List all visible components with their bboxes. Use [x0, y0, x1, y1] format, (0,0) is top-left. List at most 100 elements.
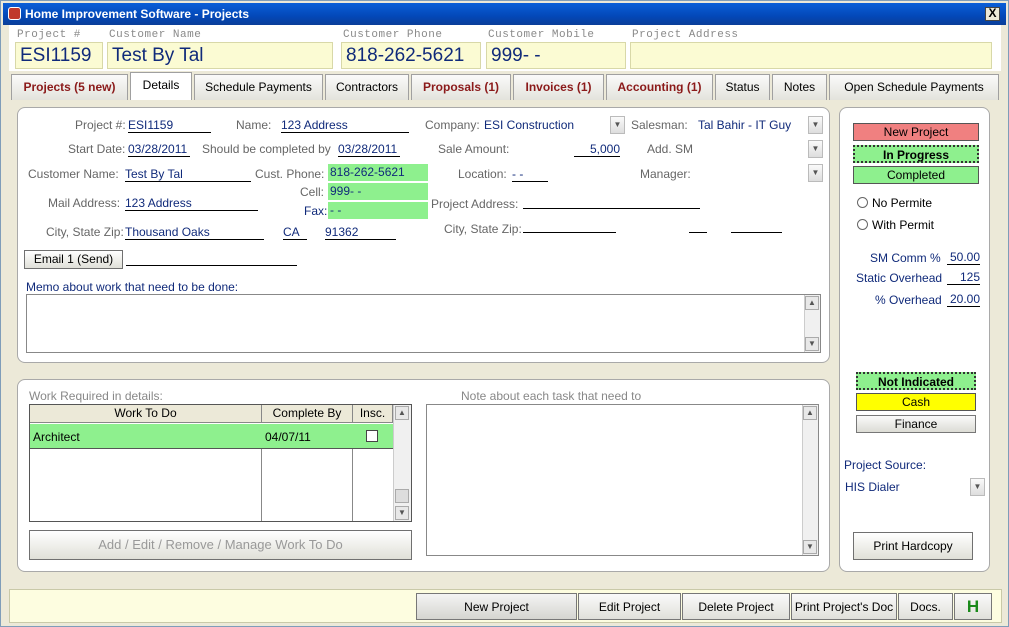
with-permit-radio[interactable] — [857, 219, 868, 230]
location-value[interactable]: - - — [512, 167, 548, 182]
proj-zip-value[interactable] — [731, 221, 782, 233]
title-bar: Home Improvement Software - Projects X — [3, 3, 1006, 25]
cust-phone-value[interactable]: 818-262-5621 — [328, 164, 428, 181]
name-value[interactable]: 123 Address — [281, 118, 409, 133]
add-sm-label: Add. SM — [647, 142, 694, 156]
tab-invoices[interactable]: Invoices (1) — [513, 74, 604, 100]
add-sm-dropdown[interactable]: ▼ — [808, 140, 823, 158]
scroll-up-icon[interactable]: ▲ — [803, 406, 817, 420]
static-overhead-value[interactable]: 125 — [947, 270, 980, 285]
note-textarea[interactable]: ▲ ▼ — [426, 404, 819, 556]
finance-button[interactable]: Finance — [856, 415, 976, 433]
project-source-value: HIS Dialer — [845, 480, 900, 494]
row-complete-by: 04/07/11 — [265, 430, 311, 444]
header-customer-mobile-value[interactable]: 999- - — [486, 42, 626, 69]
tab-accounting[interactable]: Accounting (1) — [606, 74, 713, 100]
delete-project-button[interactable]: Delete Project — [682, 593, 790, 620]
window-title: Home Improvement Software - Projects — [25, 7, 250, 21]
scroll-down-icon[interactable]: ▼ — [395, 506, 409, 520]
note-scrollbar[interactable]: ▲ ▼ — [802, 405, 818, 555]
tab-projects[interactable]: Projects (5 new) — [11, 74, 128, 100]
project-source-dropdown[interactable]: ▼ — [970, 478, 985, 496]
new-project-button[interactable]: New Project — [416, 593, 577, 620]
header-project-address: Project Address — [630, 29, 993, 69]
work-required-label: Work Required in details: — [29, 389, 163, 403]
salesman-dropdown[interactable]: ▼ — [808, 116, 823, 134]
completed-status-button[interactable]: Completed — [853, 166, 979, 184]
header-customer-phone-value[interactable]: 818-262-5621 — [341, 42, 481, 69]
main-window: Home Improvement Software - Projects X P… — [0, 0, 1009, 627]
state-value[interactable]: CA — [283, 225, 307, 240]
header-project-address-value[interactable] — [630, 42, 992, 69]
start-date-value[interactable]: 03/28/2011 — [128, 142, 190, 157]
app-icon — [8, 7, 21, 20]
work-grid-scrollbar[interactable]: ▲ ▼ — [393, 405, 411, 521]
proj-state-value[interactable] — [689, 221, 707, 233]
tab-status[interactable]: Status — [715, 74, 770, 100]
tab-notes[interactable]: Notes — [772, 74, 827, 100]
project-address-value[interactable] — [523, 197, 700, 209]
insc-checkbox[interactable] — [366, 430, 378, 442]
static-overhead-label: Static Overhead — [856, 271, 943, 285]
zip-value[interactable]: 91362 — [325, 225, 396, 240]
print-hardcopy-button[interactable]: Print Hardcopy — [853, 532, 973, 560]
print-project-doc-button[interactable]: Print Project's Doc — [791, 593, 897, 620]
in-progress-status-button[interactable]: In Progress — [853, 145, 979, 163]
not-indicated-button[interactable]: Not Indicated — [856, 372, 976, 390]
project-address-label: Project Address: — [431, 197, 519, 211]
cell-label: Cell: — [300, 185, 325, 199]
city-value[interactable]: Thousand Oaks — [125, 225, 264, 240]
header-customer-mobile-label: Customer Mobile — [488, 29, 595, 41]
scroll-down-icon[interactable]: ▼ — [803, 540, 817, 554]
memo-scrollbar[interactable]: ▲ ▼ — [804, 295, 820, 352]
new-project-status-button[interactable]: New Project — [853, 123, 979, 141]
cell-value[interactable]: 999- - — [328, 183, 428, 200]
company-dropdown[interactable]: ▼ — [610, 116, 625, 134]
scroll-up-icon[interactable]: ▲ — [395, 406, 409, 420]
col-complete-by[interactable]: Complete By — [262, 405, 353, 423]
email-value[interactable] — [126, 254, 297, 266]
proj-city-value[interactable] — [523, 221, 616, 233]
mail-address-value[interactable]: 123 Address — [125, 196, 258, 211]
col-work-to-do[interactable]: Work To Do — [30, 405, 262, 423]
cash-button[interactable]: Cash — [856, 393, 976, 411]
header-customer-name-value[interactable]: Test By Tal — [107, 42, 333, 69]
manage-work-button[interactable]: Add / Edit / Remove / Manage Work To Do — [29, 530, 412, 560]
pct-overhead-value[interactable]: 20.00 — [947, 292, 980, 307]
manager-dropdown[interactable]: ▼ — [808, 164, 823, 182]
tab-contractors[interactable]: Contractors — [325, 74, 409, 100]
project-num-value[interactable]: ESI1159 — [128, 118, 211, 133]
sm-comm-value[interactable]: 50.00 — [947, 250, 980, 265]
tab-open-schedule-payments[interactable]: Open Schedule Payments — [829, 74, 999, 100]
fax-value[interactable]: - - — [328, 202, 428, 219]
col-insc[interactable]: Insc. — [353, 405, 393, 423]
h-button[interactable]: H — [954, 593, 992, 620]
tab-schedule-payments[interactable]: Schedule Payments — [194, 74, 323, 100]
customer-name-value[interactable]: Test By Tal — [125, 167, 251, 182]
scroll-thumb[interactable] — [395, 489, 409, 503]
complete-by-value[interactable]: 03/28/2011 — [338, 142, 400, 157]
header-customer-phone-label: Customer Phone — [343, 29, 443, 41]
header-customer-mobile: Customer Mobile 999- - — [486, 29, 626, 69]
start-date-label: Start Date: — [68, 142, 126, 156]
header-project-num-value[interactable]: ESI1159 — [15, 42, 103, 69]
header-customer-name-label: Customer Name — [109, 29, 202, 41]
col-divider — [261, 449, 262, 521]
sale-amount-value[interactable]: 5,000 — [574, 142, 620, 157]
company-value: ESI Construction — [484, 118, 575, 132]
scroll-up-icon[interactable]: ▲ — [805, 296, 819, 310]
with-permit-label: With Permit — [872, 218, 935, 232]
tab-proposals[interactable]: Proposals (1) — [411, 74, 511, 100]
table-row[interactable]: Architect 04/07/11 — [30, 424, 393, 449]
no-permite-radio[interactable] — [857, 197, 868, 208]
scroll-down-icon[interactable]: ▼ — [805, 337, 819, 351]
memo-textarea[interactable]: ▲ ▼ — [26, 294, 821, 353]
project-source-label: Project Source: — [844, 458, 927, 472]
company-label: Company: — [425, 118, 480, 132]
mail-address-label: Mail Address: — [48, 196, 121, 210]
tab-details[interactable]: Details — [130, 72, 192, 100]
email-send-button[interactable]: Email 1 (Send) — [24, 250, 123, 269]
docs-button[interactable]: Docs. — [898, 593, 953, 620]
edit-project-button[interactable]: Edit Project — [578, 593, 681, 620]
close-button[interactable]: X — [985, 7, 1000, 21]
